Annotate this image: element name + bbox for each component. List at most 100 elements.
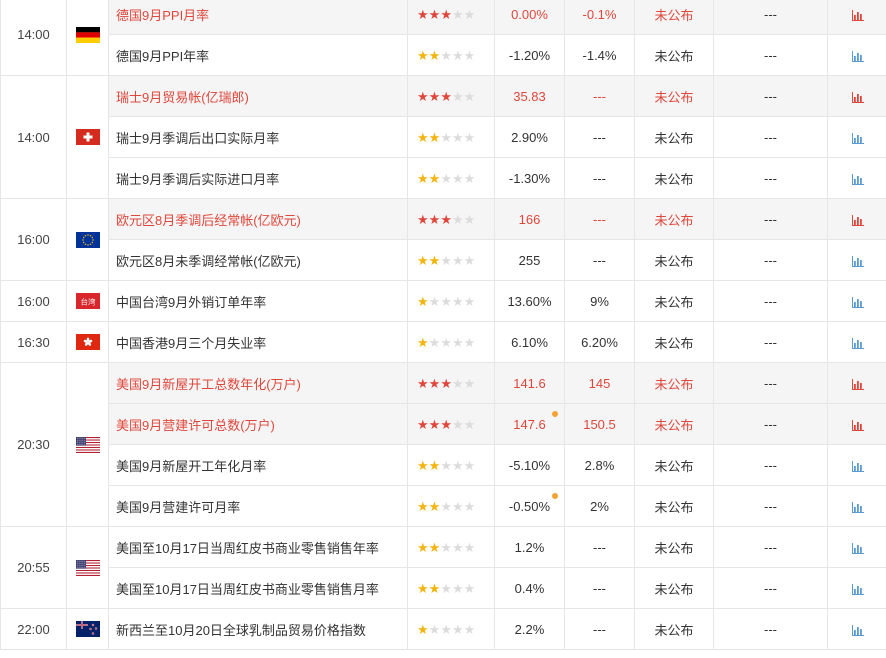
bar-chart-icon[interactable]: [851, 171, 864, 186]
star-icon: ★: [440, 252, 452, 268]
actual-value: 未公布: [634, 280, 714, 322]
star-icon: ★: [440, 6, 452, 22]
star-icon: ★: [463, 170, 476, 186]
star-icon: ★: [440, 580, 452, 596]
bar-chart-icon[interactable]: [851, 212, 864, 227]
previous-value: -0.50%: [494, 485, 565, 527]
event-name[interactable]: 美国9月新屋开工年化月率: [108, 444, 408, 486]
star-icon: ★: [451, 498, 464, 514]
bar-chart-icon[interactable]: [851, 89, 864, 104]
country-flag-cell: [66, 608, 109, 650]
chart-button[interactable]: [827, 526, 886, 568]
importance-stars: ★★★★★: [407, 608, 495, 650]
event-name[interactable]: 欧元区8月季调后经常帐(亿欧元): [108, 198, 408, 240]
event-name[interactable]: 美国9月营建许可总数(万户): [108, 403, 408, 445]
table-row: 美国至10月17日当周红皮书商业零售销售月率 ★★★★★ 0.4% --- 未公布 ---: [1, 567, 886, 609]
importance-stars: ★★★★★: [407, 157, 495, 199]
event-name[interactable]: 欧元区8月未季调经常帐(亿欧元): [108, 239, 408, 281]
bar-chart-icon[interactable]: [851, 540, 864, 555]
star-icon: ★: [463, 375, 476, 391]
bar-chart-icon[interactable]: [851, 622, 864, 637]
actual-value: 未公布: [634, 608, 714, 650]
event-name[interactable]: 美国9月新屋开工总数年化(万户): [108, 362, 408, 404]
forecast-value: ---: [564, 239, 635, 281]
actual-value: 未公布: [634, 444, 714, 486]
bar-chart-icon[interactable]: [851, 335, 864, 350]
star-icon: ★: [451, 88, 464, 104]
star-icon: ★: [428, 498, 441, 514]
chart-button[interactable]: [827, 198, 886, 240]
star-icon: ★: [463, 129, 476, 145]
event-name[interactable]: 美国至10月17日当周红皮书商业零售销售月率: [108, 567, 408, 609]
chart-button[interactable]: [827, 116, 886, 158]
bar-chart-icon[interactable]: [851, 294, 864, 309]
importance-stars: ★★★★★: [407, 526, 495, 568]
event-name[interactable]: 中国香港9月三个月失业率: [108, 321, 408, 363]
bar-chart-icon[interactable]: [851, 499, 864, 514]
table-row: 美国9月营建许可总数(万户) ★★★★★ 147.6 150.5 未公布 ---: [1, 403, 886, 445]
star-icon: ★: [463, 211, 476, 227]
event-name[interactable]: 瑞士9月贸易帐(亿瑞郎): [108, 75, 408, 117]
star-icon: ★: [428, 539, 441, 555]
star-icon: ★: [417, 457, 429, 473]
event-name[interactable]: 德国9月PPI月率: [108, 0, 408, 35]
bar-chart-icon[interactable]: [851, 458, 864, 473]
chart-button[interactable]: [827, 321, 886, 363]
forecast-value: ---: [564, 116, 635, 158]
event-name[interactable]: 德国9月PPI年率: [108, 34, 408, 76]
chart-button[interactable]: [827, 157, 886, 199]
table-row: 22:00 新西兰至10月20日全球乳制品贸易价格指数 ★★★★★ 2.2% --- 未公…: [0, 608, 886, 650]
previous-value: 166: [494, 198, 565, 240]
chart-button[interactable]: [827, 608, 886, 650]
bar-chart-icon[interactable]: [851, 417, 864, 432]
star-icon: ★: [428, 293, 441, 309]
star-icon: ★: [417, 539, 429, 555]
forecast-value: 6.20%: [564, 321, 635, 363]
event-name[interactable]: 美国至10月17日当周红皮书商业零售销售年率: [108, 526, 408, 568]
forecast-value: ---: [564, 75, 635, 117]
star-icon: ★: [428, 457, 441, 473]
bar-chart-icon[interactable]: [851, 130, 864, 145]
event-name[interactable]: 中国台湾9月外销订单年率: [108, 280, 408, 322]
chart-button[interactable]: [827, 403, 886, 445]
star-icon: ★: [463, 498, 476, 514]
star-icon: ★: [451, 47, 464, 63]
previous-value: -1.30%: [494, 157, 565, 199]
previous-value: 0.00%: [494, 0, 565, 35]
chart-button[interactable]: [827, 75, 886, 117]
chart-button[interactable]: [827, 444, 886, 486]
star-icon: ★: [417, 498, 429, 514]
bar-chart-icon[interactable]: [851, 376, 864, 391]
chart-button[interactable]: [827, 280, 886, 322]
chart-button[interactable]: [827, 0, 886, 35]
event-name[interactable]: 瑞士9月季调后实际进口月率: [108, 157, 408, 199]
star-icon: ★: [463, 47, 476, 63]
event-name[interactable]: 瑞士9月季调后出口实际月率: [108, 116, 408, 158]
importance-stars: ★★★★★: [407, 321, 495, 363]
country-flag-cell: [66, 362, 109, 527]
chart-button[interactable]: [827, 362, 886, 404]
forecast-value: -0.1%: [564, 0, 635, 35]
table-row: 16:00 台湾 中国台湾9月外销订单年率 ★★★★★ 13.60% 9% 未公布 ---: [0, 280, 886, 322]
chart-button[interactable]: [827, 485, 886, 527]
bar-chart-icon[interactable]: [851, 7, 864, 22]
star-icon: ★: [451, 457, 464, 473]
bar-chart-icon[interactable]: [851, 581, 864, 596]
bar-chart-icon[interactable]: [851, 48, 864, 63]
event-name[interactable]: 美国9月营建许可月率: [108, 485, 408, 527]
bar-chart-icon[interactable]: [851, 253, 864, 268]
chart-button[interactable]: [827, 239, 886, 281]
star-icon: ★: [440, 88, 452, 104]
chart-button[interactable]: [827, 567, 886, 609]
star-icon: ★: [440, 457, 452, 473]
previous-value: 6.10%: [494, 321, 565, 363]
previous-value: -5.10%: [494, 444, 565, 486]
star-icon: ★: [463, 88, 476, 104]
star-icon: ★: [451, 252, 464, 268]
star-icon: ★: [428, 129, 441, 145]
table-row: 瑞士9月季调后出口实际月率 ★★★★★ 2.90% --- 未公布 ---: [1, 116, 886, 158]
country-flag-cell: [66, 75, 109, 199]
chart-button[interactable]: [827, 34, 886, 76]
star-icon: ★: [451, 211, 464, 227]
event-name[interactable]: 新西兰至10月20日全球乳制品贸易价格指数: [108, 608, 408, 650]
